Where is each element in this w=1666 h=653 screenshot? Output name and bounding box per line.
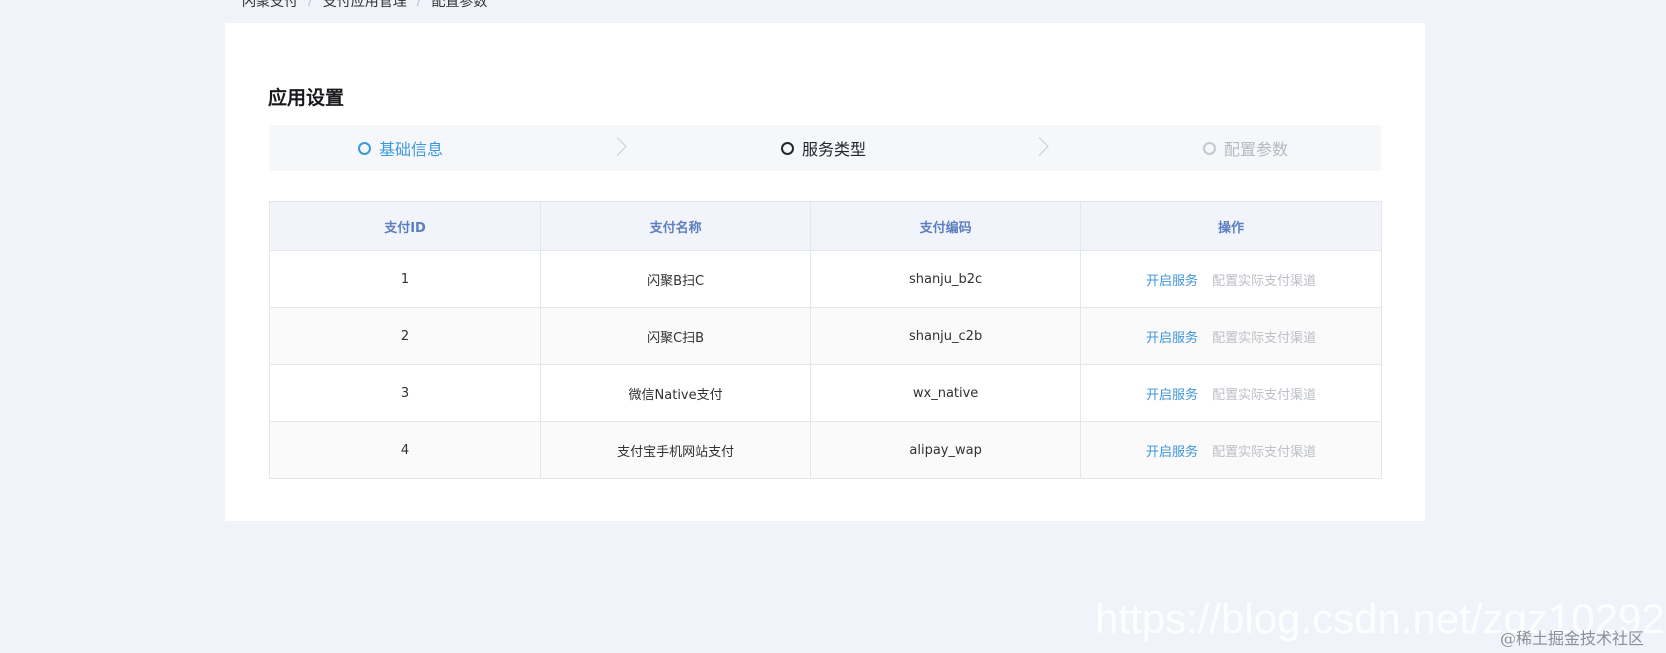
breadcrumb-item-app-management[interactable]: 支付应用管理: [323, 0, 407, 11]
table-row: 3 微信Native支付 wx_native 开启服务 配置实际支付渠道: [268, 364, 1382, 422]
cell-name: 闪聚C扫B: [540, 307, 812, 365]
step-config-params[interactable]: 配置参数: [1203, 125, 1288, 171]
open-service-link[interactable]: 开启服务: [1146, 388, 1198, 403]
breadcrumb-item-config: 配置参数: [431, 0, 488, 10]
column-header-name: 支付名称: [540, 201, 812, 251]
step-basic-info[interactable]: 基础信息: [358, 125, 443, 171]
cell-name: 闪聚B扫C: [540, 250, 812, 308]
cell-actions: 开启服务 配置实际支付渠道: [1080, 364, 1382, 422]
steps-bar: 基础信息 服务类型 配置参数: [269, 125, 1381, 171]
step-service-type[interactable]: 服务类型: [781, 125, 866, 171]
column-header-id: 支付ID: [268, 201, 542, 251]
cell-id: 4: [268, 421, 542, 479]
cell-name: 微信Native支付: [540, 364, 812, 422]
step-label: 服务类型: [802, 140, 867, 159]
cell-id: 2: [268, 307, 542, 365]
chevron-right-icon: [1030, 137, 1049, 156]
settings-card: 应用设置 基础信息 服务类型 配置参数 支付ID 支付名称 支付编码 操作 1 …: [225, 23, 1425, 521]
open-service-link[interactable]: 开启服务: [1146, 445, 1198, 460]
table-row: 4 支付宝手机网站支付 alipay_wap 开启服务 配置实际支付渠道: [268, 421, 1382, 479]
page-title: 应用设置: [268, 87, 345, 109]
cell-code: alipay_wap: [810, 421, 1082, 479]
table-header-row: 支付ID 支付名称 支付编码 操作: [268, 201, 1382, 251]
breadcrumb: 闪聚支付 / 支付应用管理 / 配置参数: [242, 0, 487, 11]
config-channel-link[interactable]: 配置实际支付渠道: [1212, 388, 1316, 403]
cell-id: 1: [268, 250, 542, 308]
config-channel-link[interactable]: 配置实际支付渠道: [1212, 274, 1316, 289]
cell-actions: 开启服务 配置实际支付渠道: [1080, 421, 1382, 479]
step-circle-icon: [1203, 141, 1216, 155]
open-service-link[interactable]: 开启服务: [1146, 331, 1198, 346]
cell-id: 3: [268, 364, 542, 422]
config-channel-link[interactable]: 配置实际支付渠道: [1212, 331, 1316, 346]
config-channel-link[interactable]: 配置实际支付渠道: [1212, 445, 1316, 460]
watermark-site: @稀土掘金技术社区: [1500, 629, 1645, 648]
breadcrumb-separator: /: [416, 0, 422, 9]
step-label: 基础信息: [379, 140, 444, 159]
cell-code: shanju_b2c: [810, 250, 1082, 308]
table-row: 1 闪聚B扫C shanju_b2c 开启服务 配置实际支付渠道: [268, 250, 1382, 308]
step-label: 配置参数: [1224, 140, 1289, 159]
cell-code: shanju_c2b: [810, 307, 1082, 365]
cell-name: 支付宝手机网站支付: [540, 421, 812, 479]
cell-code: wx_native: [810, 364, 1082, 422]
table-row: 2 闪聚C扫B shanju_c2b 开启服务 配置实际支付渠道: [268, 307, 1382, 365]
open-service-link[interactable]: 开启服务: [1146, 274, 1198, 289]
step-circle-icon: [358, 141, 371, 155]
payment-table: 支付ID 支付名称 支付编码 操作 1 闪聚B扫C shanju_b2c 开启服…: [268, 201, 1382, 479]
step-circle-icon: [781, 141, 794, 155]
chevron-right-icon: [608, 137, 627, 156]
column-header-actions: 操作: [1080, 201, 1382, 251]
column-header-code: 支付编码: [810, 201, 1082, 251]
cell-actions: 开启服务 配置实际支付渠道: [1080, 307, 1382, 365]
breadcrumb-separator: /: [308, 0, 313, 9]
breadcrumb-item-home[interactable]: 闪聚支付: [242, 0, 298, 11]
cell-actions: 开启服务 配置实际支付渠道: [1080, 250, 1382, 308]
